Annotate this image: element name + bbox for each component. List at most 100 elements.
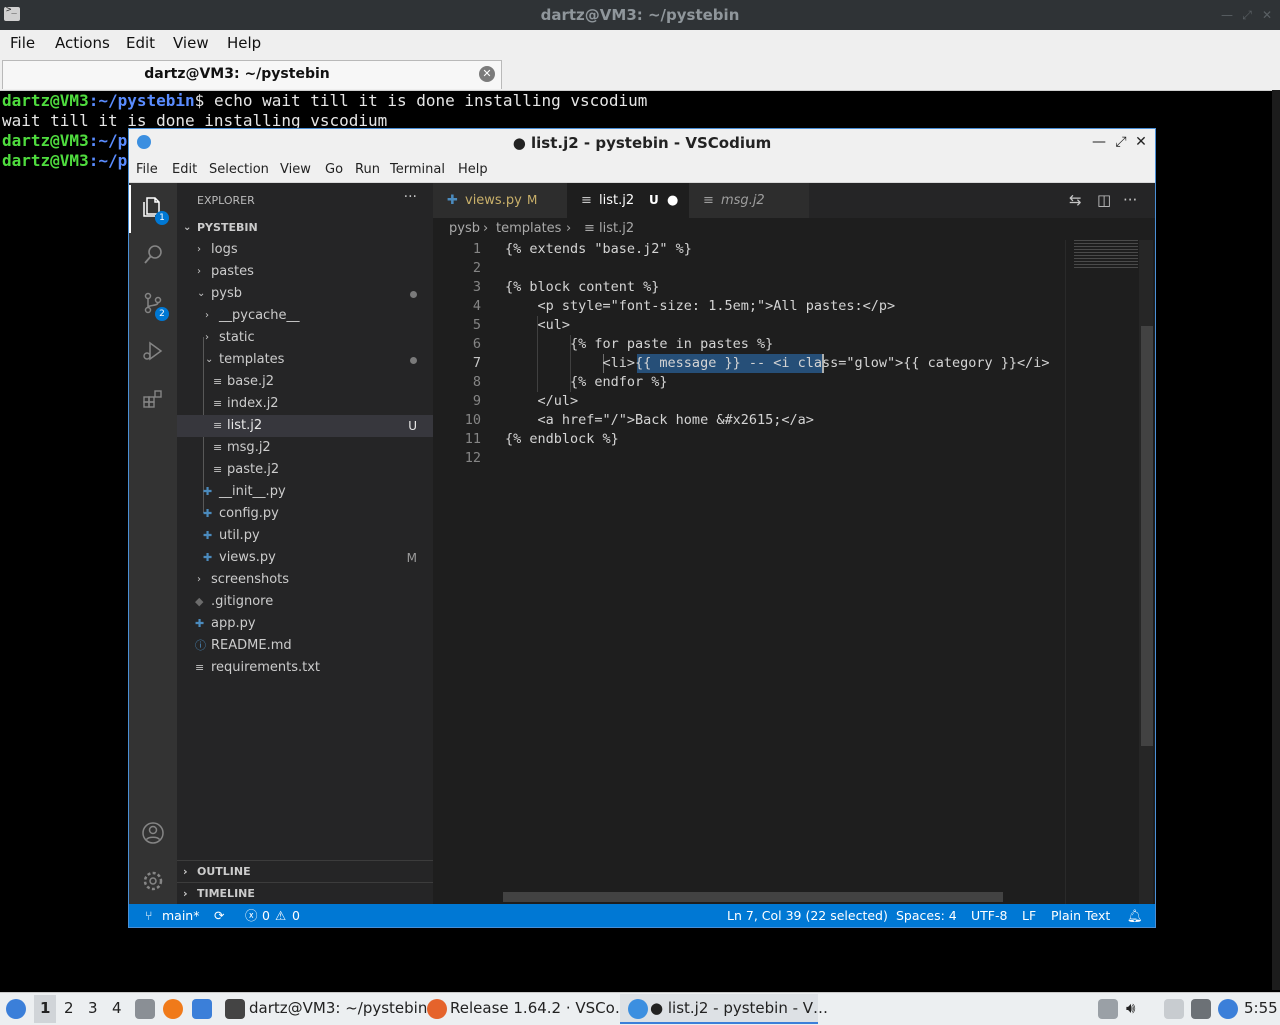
more-actions-icon[interactable]: ··· — [404, 189, 417, 205]
tree-folder-pycache[interactable]: › __pycache__ — [177, 305, 433, 327]
menu-view[interactable]: View — [280, 162, 311, 177]
git-branch[interactable]: main* — [162, 904, 199, 927]
clock[interactable]: 5:55 — [1244, 999, 1278, 1017]
menu-edit[interactable]: Edit — [172, 162, 197, 177]
firefox-icon[interactable] — [163, 999, 183, 1019]
clipboard-tray-icon[interactable] — [1098, 999, 1118, 1019]
account-icon[interactable] — [141, 821, 165, 845]
menu-run[interactable]: Run — [355, 162, 380, 177]
indentation[interactable]: Spaces: 4 — [896, 904, 957, 927]
workspace-2[interactable]: 2 — [64, 999, 74, 1017]
breadcrumb-item[interactable]: pysb — [449, 218, 480, 240]
start-menu-icon[interactable] — [6, 999, 26, 1019]
editor-horizontal-scrollbar[interactable] — [503, 892, 1003, 902]
menu-file[interactable]: File — [10, 34, 35, 52]
notes-tray-icon[interactable] — [1164, 999, 1184, 1019]
tree-file-requirements[interactable]: ≡ requirements.txt — [177, 657, 433, 679]
menu-help[interactable]: Help — [458, 162, 488, 177]
task-terminal[interactable]: dartz@VM3: ~/pystebin — [249, 999, 427, 1017]
split-editor-icon[interactable]: ◫ — [1097, 191, 1111, 209]
tree-folder-screenshots[interactable]: › screenshots — [177, 569, 433, 591]
cursor-position[interactable]: Ln 7, Col 39 (22 selected) — [727, 904, 888, 927]
close-icon[interactable]: ✕ — [1133, 134, 1149, 152]
tree-file-paste-j2[interactable]: ≡ paste.j2 — [177, 459, 433, 481]
task-vscodium[interactable]: ● list.j2 - pystebin - V… — [650, 999, 828, 1017]
settings-gear-icon[interactable] — [141, 869, 165, 893]
workspace-3[interactable]: 3 — [88, 999, 98, 1017]
tree-file-msg-j2[interactable]: ≡ msg.j2 — [177, 437, 433, 459]
tree-file-config-py[interactable]: ✚ config.py — [177, 503, 433, 525]
volume-icon[interactable]: 🔊︎ — [1126, 999, 1135, 1017]
more-actions-icon[interactable]: ··· — [1123, 191, 1137, 209]
minimap[interactable] — [1065, 240, 1140, 904]
notifications-bell-icon[interactable]: 🔔︎ — [1127, 904, 1143, 927]
menu-go[interactable]: Go — [325, 162, 343, 177]
vscodium-titlebar: ● list.j2 - pystebin - VSCodium — ⤢ ✕ — [129, 129, 1155, 158]
tree-file-readme[interactable]: ⓘ README.md — [177, 635, 433, 657]
encoding[interactable]: UTF-8 — [971, 904, 1007, 927]
terminal-scrollbar[interactable] — [1272, 90, 1280, 990]
scrollbar-thumb[interactable] — [1141, 326, 1153, 746]
menu-file[interactable]: File — [136, 162, 158, 177]
tree-file-base-j2[interactable]: ≡ base.j2 — [177, 371, 433, 393]
menu-terminal[interactable]: Terminal — [390, 162, 445, 177]
tab-list-j2[interactable]: ≡ list.j2 U ● — [567, 183, 689, 218]
maximize-icon[interactable]: ⤢ — [1240, 8, 1254, 22]
tree-file-util-py[interactable]: ✚ util.py — [177, 525, 433, 547]
warning-count[interactable]: 0 — [292, 904, 300, 927]
editor-vertical-scrollbar[interactable] — [1139, 240, 1153, 904]
tree-folder-pastes[interactable]: › pastes — [177, 261, 433, 283]
tab-msg-j2[interactable]: ≡ msg.j2 — [689, 183, 809, 218]
minimize-icon[interactable]: — — [1220, 8, 1234, 22]
tree-file-list-j2[interactable]: ≡ list.j2 U — [177, 415, 433, 437]
tree-folder-logs[interactable]: › logs — [177, 239, 433, 261]
menu-edit[interactable]: Edit — [126, 34, 155, 52]
task-firefox[interactable]: Release 1.64.2 · VSCo… — [450, 999, 630, 1017]
workspace-root[interactable]: ⌄ PYSTEBIN — [177, 217, 433, 239]
terminal-window-title: dartz@VM3: ~/pystebin — [540, 6, 740, 24]
tree-file-gitignore[interactable]: ◆ .gitignore — [177, 591, 433, 613]
menu-view[interactable]: View — [173, 34, 209, 52]
code-editor[interactable]: {% extends "base.j2" %} {% block content… — [503, 240, 1065, 900]
breadcrumb-item[interactable]: templates — [496, 218, 561, 240]
workspace-1[interactable]: 1 — [40, 999, 50, 1017]
explorer-sidebar: EXPLORER ··· ⌄ PYSTEBIN › logs › pastes ⌄ py… — [177, 183, 433, 904]
extensions-icon[interactable] — [141, 387, 165, 411]
code-line: {% endfor %} — [505, 374, 668, 390]
modified-dot — [410, 283, 417, 305]
outline-section[interactable]: › OUTLINE — [177, 860, 433, 883]
timeline-section[interactable]: › TIMELINE — [177, 882, 433, 905]
tab-close-icon[interactable]: ✕ — [479, 66, 495, 82]
tree-file-init-py[interactable]: ✚ __init__.py — [177, 481, 433, 503]
workspace-4[interactable]: 4 — [112, 999, 122, 1017]
breadcrumb-item[interactable]: list.j2 — [599, 218, 634, 240]
unsaved-dot-icon: ● — [667, 193, 679, 208]
tree-file-app-py[interactable]: ✚ app.py — [177, 613, 433, 635]
error-count[interactable]: 0 — [262, 904, 270, 927]
tree-folder-pysb[interactable]: ⌄ pysb — [177, 283, 433, 305]
menu-selection[interactable]: Selection — [209, 162, 269, 177]
tree-folder-static[interactable]: › static — [177, 327, 433, 349]
line-ending[interactable]: LF — [1022, 904, 1036, 927]
file-manager-icon[interactable] — [135, 999, 155, 1019]
tree-file-index-j2[interactable]: ≡ index.j2 — [177, 393, 433, 415]
language-mode[interactable]: Plain Text — [1051, 904, 1110, 927]
minimize-icon[interactable]: — — [1091, 134, 1107, 152]
menu-help[interactable]: Help — [227, 34, 261, 52]
menu-actions[interactable]: Actions — [55, 34, 110, 52]
sync-icon[interactable]: ⟳ — [214, 904, 224, 927]
update-tray-icon[interactable] — [1218, 999, 1238, 1019]
close-icon[interactable]: ✕ — [1260, 8, 1274, 22]
search-icon[interactable] — [141, 243, 165, 267]
show-desktop-icon[interactable] — [192, 999, 212, 1019]
maximize-icon[interactable]: ⤢ — [1113, 134, 1129, 152]
tree-folder-templates[interactable]: ⌄ templates — [177, 349, 433, 371]
open-changes-icon[interactable]: ⇆ — [1069, 191, 1082, 209]
terminal-tab[interactable]: dartz@VM3: ~/pystebin ✕ — [2, 60, 502, 89]
tab-views-py[interactable]: ✚ views.py M — [433, 183, 567, 218]
text-file-icon: ≡ — [213, 375, 223, 388]
network-tray-icon[interactable] — [1191, 999, 1211, 1019]
code-line: <ul> — [505, 317, 571, 333]
run-debug-icon[interactable] — [141, 339, 165, 363]
tree-file-views-py[interactable]: ✚ views.py M — [177, 547, 433, 569]
